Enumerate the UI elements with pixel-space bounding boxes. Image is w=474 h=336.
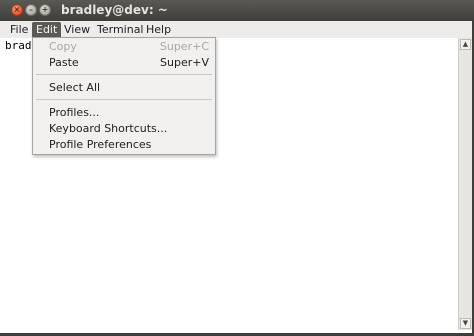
paste-shortcut: Super+V	[160, 56, 209, 69]
menu-separator	[36, 99, 212, 100]
keyboard-shortcuts-menu-item[interactable]: Keyboard Shortcuts...	[49, 122, 167, 136]
scroll-up-icon[interactable]: ▲	[460, 39, 471, 50]
menu-terminal[interactable]: Terminal	[93, 22, 148, 37]
copy-menu-item[interactable]: Copy	[49, 40, 77, 54]
paste-menu-item[interactable]: Paste	[49, 56, 79, 70]
copy-shortcut: Super+C	[159, 40, 209, 53]
select-all-menu-item[interactable]: Select All	[49, 81, 100, 95]
menu-edit[interactable]: Edit	[32, 22, 62, 37]
close-window-button[interactable]: ×	[11, 4, 23, 16]
menu-help[interactable]: Help	[142, 22, 175, 37]
maximize-window-button[interactable]: +	[39, 4, 51, 16]
scroll-down-icon[interactable]: ▼	[460, 318, 471, 329]
window-title: bradley@dev: ~	[61, 3, 168, 17]
menu-separator	[36, 74, 212, 75]
profile-preferences-menu-item[interactable]: Profile Preferences	[49, 138, 151, 152]
profiles-menu-item[interactable]: Profiles...	[49, 106, 99, 120]
menu-file[interactable]: File	[6, 22, 32, 37]
vertical-scrollbar[interactable]: ▲ ▼	[458, 38, 472, 330]
title-bar: × – + bradley@dev: ~	[0, 0, 474, 22]
menu-view[interactable]: View	[60, 22, 94, 37]
edit-menu-dropdown: Copy Super+C Paste Super+V Select All Pr…	[32, 37, 216, 155]
minimize-window-button[interactable]: –	[25, 4, 37, 16]
